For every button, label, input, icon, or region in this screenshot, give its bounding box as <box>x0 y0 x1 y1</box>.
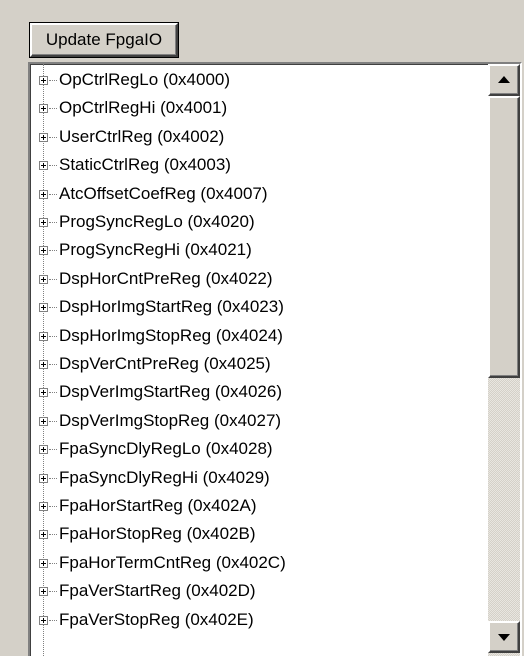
expand-plus-icon[interactable] <box>39 360 48 369</box>
tree-branch-line <box>49 80 57 81</box>
expand-plus-icon[interactable] <box>39 104 48 114</box>
tree-item-label: UserCtrlReg (0x4002) <box>59 126 225 146</box>
tree-item[interactable]: DspHorImgStartReg (0x4023) <box>30 294 488 322</box>
tree-item[interactable]: FpaSyncDlyRegLo (0x4028) <box>30 436 488 464</box>
tree-item[interactable]: DspVerImgStopReg (0x4027) <box>30 408 488 436</box>
expand-plus-icon[interactable] <box>39 416 48 426</box>
tree-item-label: FpaSyncDlyRegLo (0x4028) <box>59 439 273 459</box>
arrow-up-icon <box>498 76 510 83</box>
scroll-thumb[interactable] <box>488 96 520 378</box>
tree-branch-line <box>49 392 57 394</box>
fpga-io-panel: Update FpgaIO OpCtrlRegLo (0x4000) OpCtrl… <box>0 0 524 656</box>
tree-branch-line <box>49 364 57 365</box>
tree-item-label: FpaHorStartReg (0x402A) <box>59 496 257 515</box>
tree-item-label: FpaVerStartReg (0x402D) <box>59 581 256 601</box>
tree-item-label: OpCtrlRegHi (0x4001) <box>59 98 228 118</box>
expand-plus-icon[interactable] <box>39 218 48 227</box>
tree-branch-line <box>49 222 57 223</box>
tree-item-label: DspHorCntPreReg (0x4022) <box>59 268 273 288</box>
expand-plus-icon[interactable] <box>39 388 48 398</box>
tree-branch-line <box>49 619 57 621</box>
tree-branch-line <box>49 136 57 138</box>
tree-item[interactable]: StaticCtrlReg (0x4003) <box>30 152 488 180</box>
tree-item[interactable]: ProgSyncRegLo (0x4020) <box>30 209 488 237</box>
expand-plus-icon[interactable] <box>39 558 48 568</box>
tree-item-label: StaticCtrlReg (0x4003) <box>59 155 231 175</box>
tree-item[interactable]: ProgSyncRegHi (0x4021) <box>30 237 488 265</box>
tree-branch-line <box>49 506 57 507</box>
scroll-up-button[interactable] <box>488 64 520 96</box>
tree-item-label: FpaHorStopReg (0x402B) <box>59 524 256 544</box>
tree-branch-line <box>49 250 57 252</box>
tree-item[interactable]: DspHorImgStopReg (0x4024) <box>30 323 488 351</box>
tree-branch-line <box>49 420 57 422</box>
expand-plus-icon[interactable] <box>39 502 48 511</box>
scroll-down-button[interactable] <box>488 621 520 653</box>
expand-plus-icon[interactable] <box>39 161 48 171</box>
expand-plus-icon[interactable] <box>39 587 48 597</box>
tree-item[interactable]: FpaVerStopReg (0x402E) <box>30 607 488 635</box>
tree-branch-line <box>49 562 57 564</box>
tree-branch-line <box>49 449 57 451</box>
tree-item-label: DspHorImgStartReg (0x4023) <box>59 297 284 317</box>
tree-rows: OpCtrlRegLo (0x4000) OpCtrlRegHi (0x4001)… <box>30 64 488 656</box>
tree-item-label: AtcOffsetCoefReg (0x4007) <box>59 183 268 203</box>
expand-plus-icon[interactable] <box>39 615 48 625</box>
expand-plus-icon[interactable] <box>39 331 48 341</box>
tree-item-label: OpCtrlRegLo (0x4000) <box>59 70 231 89</box>
tree-item[interactable]: FpaHorStopReg (0x402B) <box>30 521 488 549</box>
tree-item[interactable]: DspVerCntPreReg (0x4025) <box>30 351 488 379</box>
tree-branch-line <box>49 278 57 280</box>
expand-plus-icon[interactable] <box>39 274 48 284</box>
tree-item-label: DspVerImgStartReg (0x4026) <box>59 382 282 402</box>
tree-item[interactable]: DspVerImgStartReg (0x4026) <box>30 379 488 407</box>
tree-item[interactable]: UserCtrlReg (0x4002) <box>30 124 488 152</box>
tree-branch-line <box>49 108 57 110</box>
register-tree-view[interactable]: OpCtrlRegLo (0x4000) OpCtrlRegHi (0x4001)… <box>28 62 522 656</box>
tree-item-label: DspVerCntPreReg (0x4025) <box>59 354 271 373</box>
tree-item[interactable]: FpaHorTermCntReg (0x402C) <box>30 550 488 578</box>
update-fpgaio-button[interactable]: Update FpgaIO <box>29 22 179 58</box>
expand-plus-icon[interactable] <box>39 76 48 85</box>
expand-plus-icon[interactable] <box>39 445 48 455</box>
tree-branch-line <box>49 477 57 479</box>
tree-item[interactable]: FpaSyncDlyRegHi (0x4029) <box>30 465 488 493</box>
tree-branch-line <box>49 335 57 337</box>
expand-plus-icon[interactable] <box>39 530 48 540</box>
tree-item[interactable]: DspHorCntPreReg (0x4022) <box>30 266 488 294</box>
tree-item[interactable]: AtcOffsetCoefReg (0x4007) <box>30 181 488 209</box>
tree-item-label: ProgSyncRegLo (0x4020) <box>59 212 255 231</box>
tree-item-label: DspVerImgStopReg (0x4027) <box>59 410 282 430</box>
tree-branch-line <box>49 307 57 309</box>
tree-item-label: FpaHorTermCntReg (0x402C) <box>59 552 286 572</box>
tree-branch-line <box>49 591 57 593</box>
vertical-scrollbar[interactable] <box>488 64 520 656</box>
arrow-down-icon <box>498 634 510 641</box>
tree-item-label: ProgSyncRegHi (0x4021) <box>59 240 252 260</box>
tree-item[interactable]: OpCtrlRegLo (0x4000) <box>30 67 488 95</box>
tree-branch-line <box>49 534 57 536</box>
tree-item[interactable]: FpaVerStartReg (0x402D) <box>30 578 488 606</box>
expand-plus-icon[interactable] <box>39 132 48 142</box>
tree-item-label: FpaSyncDlyRegHi (0x4029) <box>59 467 270 487</box>
tree-branch-line <box>49 165 57 167</box>
tree-item-label: DspHorImgStopReg (0x4024) <box>59 325 283 345</box>
expand-plus-icon[interactable] <box>39 473 48 483</box>
expand-plus-icon[interactable] <box>39 303 48 313</box>
expand-plus-icon[interactable] <box>39 246 48 256</box>
tree-item[interactable]: FpaHorStartReg (0x402A) <box>30 493 488 521</box>
tree-item-label: FpaVerStopReg (0x402E) <box>59 609 254 629</box>
tree-branch-line <box>49 193 57 195</box>
tree-item[interactable]: OpCtrlRegHi (0x4001) <box>30 95 488 123</box>
expand-plus-icon[interactable] <box>39 189 48 199</box>
